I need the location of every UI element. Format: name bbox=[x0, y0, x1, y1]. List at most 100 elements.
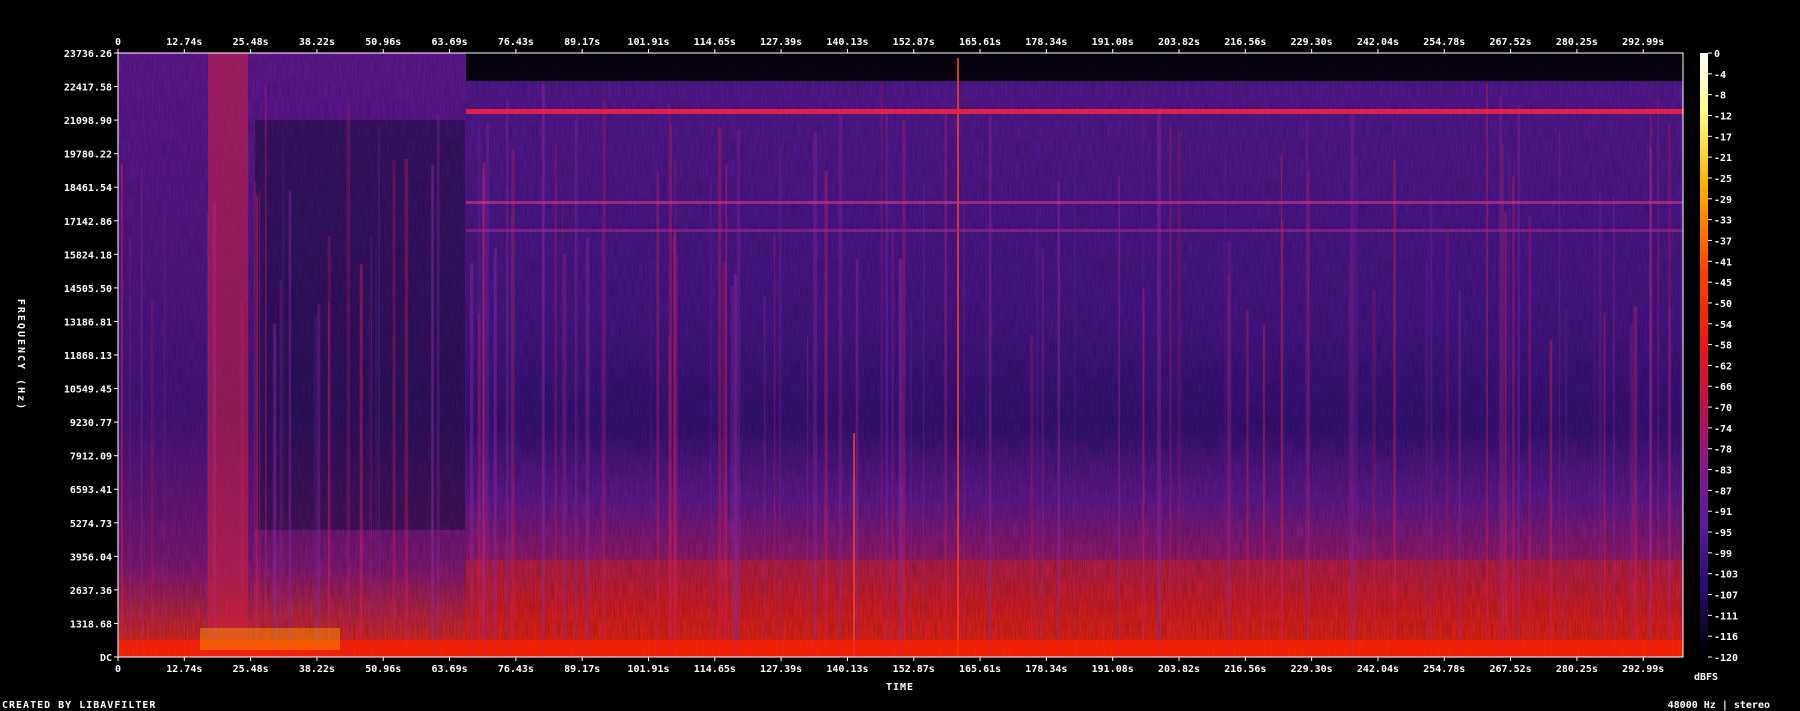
x-tick-label-top: 38.22s bbox=[299, 37, 335, 48]
x-tick-label-top: 152.87s bbox=[893, 37, 935, 48]
spectral-stripe bbox=[1486, 83, 1488, 657]
spectral-stripe bbox=[1598, 190, 1602, 658]
spectral-stripe bbox=[1372, 289, 1376, 657]
colorbar-tick-label: -29 bbox=[1714, 195, 1732, 206]
x-tick-label-bottom: 267.52s bbox=[1490, 664, 1532, 675]
spectral-stripe bbox=[1425, 261, 1429, 657]
x-axis-label: TIME bbox=[886, 682, 914, 693]
y-tick-label: 21098.90 bbox=[64, 116, 112, 127]
x-tick-label-bottom: 63.69s bbox=[432, 664, 468, 675]
colorbar-tick-label: -91 bbox=[1714, 507, 1732, 518]
x-tick-label-bottom: 242.04s bbox=[1357, 664, 1399, 675]
spectral-stripe bbox=[988, 115, 992, 657]
colorbar-tick-label: -21 bbox=[1714, 153, 1732, 164]
spectral-stripe bbox=[880, 83, 883, 657]
spectral-stripe bbox=[807, 335, 809, 657]
colorbar-tick-label: -50 bbox=[1714, 299, 1732, 310]
colorbar-tick-label: -87 bbox=[1714, 486, 1732, 497]
x-tick-label-top: 63.69s bbox=[432, 37, 468, 48]
spectral-stripe bbox=[431, 164, 434, 657]
spectral-stripe bbox=[163, 198, 166, 657]
spectral-stripe bbox=[1169, 127, 1172, 657]
spectral-stripe bbox=[259, 190, 261, 657]
x-tick-label-top: 76.43s bbox=[498, 37, 534, 48]
spectral-stripe bbox=[1393, 159, 1396, 657]
spectral-stripe bbox=[327, 302, 330, 657]
colorbar-tick-label: -17 bbox=[1714, 132, 1732, 143]
y-tick-label: 11868.13 bbox=[64, 351, 112, 362]
spectral-stripe bbox=[1263, 324, 1265, 657]
spectral-stripe bbox=[944, 114, 947, 657]
spectral-stripe bbox=[404, 158, 409, 657]
hband-21600 bbox=[466, 109, 1683, 114]
spectral-stripe bbox=[733, 274, 737, 657]
y-tick-label: 6593.41 bbox=[70, 485, 112, 496]
x-tick-label-top: 0 bbox=[115, 37, 121, 48]
y-tick-label: DC bbox=[100, 653, 112, 664]
colorbar-label: dBFS bbox=[1694, 672, 1718, 683]
colorbar-tick-label: -33 bbox=[1714, 216, 1732, 227]
spectral-stripe bbox=[1549, 340, 1553, 657]
spectral-stripe bbox=[725, 164, 728, 658]
spectral-stripe bbox=[1226, 274, 1231, 657]
spectral-stripe bbox=[898, 259, 903, 657]
spectral-stripe bbox=[254, 181, 256, 657]
y-tick-label: 7912.09 bbox=[70, 452, 112, 463]
colorbar-tick-label: -70 bbox=[1714, 403, 1732, 414]
colorbar-tick-label: -8 bbox=[1714, 91, 1726, 102]
x-tick-label-bottom: 76.43s bbox=[498, 664, 534, 675]
footer-created-by: CREATED BY LIBAVFILTER bbox=[2, 700, 156, 711]
x-tick-label-bottom: 25.48s bbox=[233, 664, 269, 675]
spectral-stripe bbox=[1430, 197, 1433, 658]
spectral-stripe bbox=[282, 141, 285, 657]
spectral-stripe bbox=[885, 113, 889, 657]
colorbar-tick-label: -62 bbox=[1714, 361, 1732, 372]
x-tick-label-bottom: 140.13s bbox=[826, 664, 868, 675]
spectral-stripe bbox=[1603, 312, 1606, 657]
spectral-stripe bbox=[1118, 176, 1121, 657]
spectral-stripe bbox=[892, 229, 894, 658]
colorbar-tick-label: -41 bbox=[1714, 257, 1732, 268]
plot-bottom-hot bbox=[118, 640, 1683, 657]
colorbar-tick-label: -58 bbox=[1714, 341, 1732, 352]
spectral-stripe bbox=[838, 110, 843, 657]
burst-region bbox=[208, 53, 248, 657]
spectral-stripe bbox=[650, 261, 652, 657]
spectral-stripe bbox=[1680, 89, 1682, 657]
x-tick-label-bottom: 38.22s bbox=[299, 664, 335, 675]
spectral-stripe bbox=[562, 200, 564, 657]
spectral-stripe bbox=[140, 167, 143, 657]
y-tick-label: 1318.68 bbox=[70, 619, 112, 630]
spectral-stripe bbox=[736, 129, 741, 657]
x-tick-label-bottom: 229.30s bbox=[1291, 664, 1333, 675]
y-tick-label: 2637.36 bbox=[70, 586, 112, 597]
colorbar-tick-label: -54 bbox=[1714, 320, 1732, 331]
spectral-stripe bbox=[1030, 334, 1034, 657]
plot-bottom-bright bbox=[200, 628, 340, 650]
spectral-stripe bbox=[1612, 196, 1615, 657]
spectral-stripe bbox=[1348, 265, 1351, 657]
spectral-stripe bbox=[1499, 96, 1503, 658]
spectral-stripe bbox=[345, 104, 350, 657]
spectral-stripe bbox=[855, 258, 859, 657]
y-tick-label: 18461.54 bbox=[64, 183, 112, 194]
y-tick-label: 19780.22 bbox=[64, 150, 112, 161]
x-tick-label-top: 280.25s bbox=[1556, 37, 1598, 48]
spectral-stripe bbox=[1246, 310, 1249, 657]
x-tick-label-top: 12.74s bbox=[166, 37, 202, 48]
spectral-stripe bbox=[923, 184, 925, 657]
x-tick-label-bottom: 50.96s bbox=[365, 664, 401, 675]
colorbar-tick-label: -12 bbox=[1714, 111, 1732, 122]
x-tick-label-top: 165.61s bbox=[959, 37, 1001, 48]
spectral-stripe bbox=[813, 132, 818, 657]
x-tick-label-bottom: 89.17s bbox=[564, 664, 600, 675]
spectral-stripe bbox=[1508, 147, 1511, 658]
spectral-stripe bbox=[1558, 131, 1561, 657]
spectral-stripe bbox=[585, 237, 590, 658]
spectrogram-chart: 0 12.74s 25.48s 38.22s 50.96s 63.69s 76.43s 89.… bbox=[2, 37, 1770, 711]
spectral-stripe bbox=[1517, 105, 1521, 658]
x-tick-label-bottom: 12.74s bbox=[166, 664, 202, 675]
spectral-stripe bbox=[1657, 98, 1660, 658]
spectral-stripe bbox=[256, 195, 259, 657]
spectral-stripe bbox=[375, 245, 377, 657]
